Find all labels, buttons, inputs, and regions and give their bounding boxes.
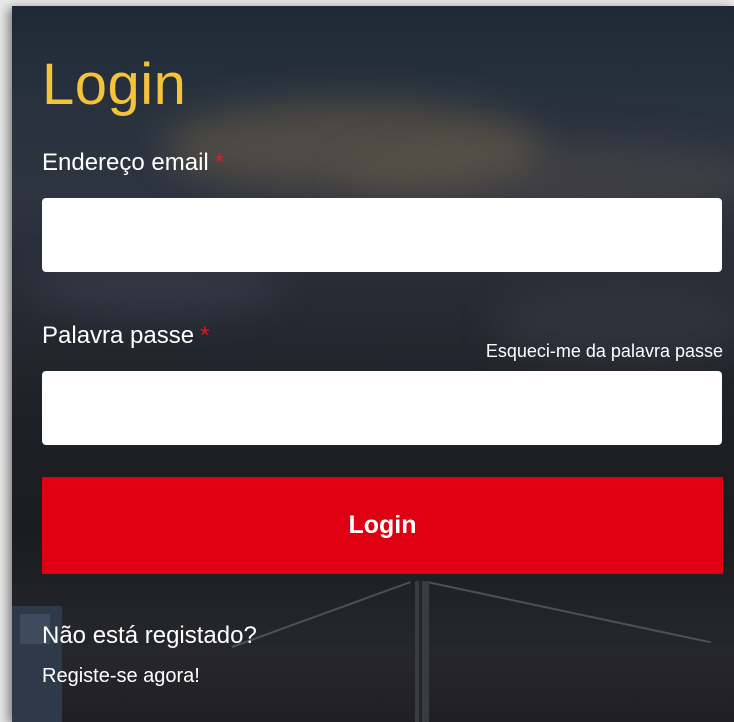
email-label-text: Endereço email: [42, 149, 209, 176]
password-input[interactable]: [42, 371, 722, 445]
register-link[interactable]: Registe-se agora!: [42, 665, 200, 688]
not-registered-text: Não está registado?: [42, 622, 257, 649]
password-label: Palavra passe *: [42, 324, 209, 348]
login-button[interactable]: Login: [42, 477, 723, 574]
required-asterisk: *: [200, 322, 210, 349]
login-panel: Login Endereço email * Palavra passe * Esq…: [12, 6, 734, 722]
password-label-text: Palavra passe: [42, 322, 195, 349]
forgot-password-link[interactable]: Esqueci-me da palavra passe: [486, 341, 723, 362]
page-title: Login: [42, 52, 187, 117]
email-label: Endereço email *: [42, 151, 224, 175]
required-asterisk: *: [214, 149, 225, 176]
email-input[interactable]: [42, 198, 722, 272]
